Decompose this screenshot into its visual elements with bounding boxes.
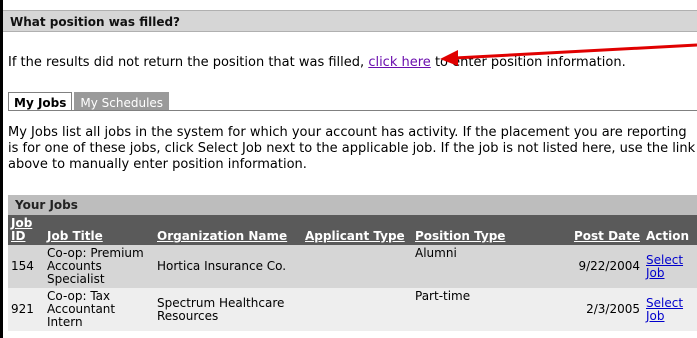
col-position-type[interactable]: Position Type — [412, 215, 559, 245]
jobs-description: My Jobs list all jobs in the system for … — [8, 125, 696, 172]
col-job-id[interactable]: Job ID — [8, 215, 44, 245]
job-title-cell: Co-op: Tax Accountant Intern — [44, 288, 154, 331]
tab-divider — [8, 110, 697, 111]
tab-my-schedules[interactable]: My Schedules — [74, 92, 170, 111]
table-row: 154 Co-op: Premium Accounts Specialist H… — [8, 245, 697, 288]
action-cell: Select Job — [643, 245, 697, 288]
job-id-cell: 921 — [8, 288, 44, 331]
intro-text-after: to enter position information. — [434, 55, 626, 70]
applicant-type-cell — [302, 288, 412, 331]
job-id-cell: 154 — [8, 245, 44, 288]
tab-bar: My Jobs My Schedules — [8, 92, 170, 111]
position-type-cell: Part-time — [412, 288, 559, 331]
select-job-link[interactable]: Select Job — [646, 253, 683, 280]
page-border — [0, 0, 3, 338]
col-organization-name[interactable]: Organization Name — [154, 215, 302, 245]
intro-text-before: If the results did not return the positi… — [8, 55, 365, 70]
organization-cell: Spectrum Healthcare Resources — [154, 288, 302, 331]
intro-text: If the results did not return the positi… — [8, 55, 626, 70]
applicant-type-cell — [302, 245, 412, 288]
select-job-link[interactable]: Select Job — [646, 296, 683, 323]
col-post-date[interactable]: Post Date — [559, 215, 643, 245]
page-title: What position was filled? — [3, 10, 697, 32]
post-date-cell: 2/3/2005 — [559, 288, 643, 331]
organization-cell: Hortica Insurance Co. — [154, 245, 302, 288]
col-action: Action — [643, 215, 697, 245]
table-row: 921 Co-op: Tax Accountant Intern Spectru… — [8, 288, 697, 331]
action-cell: Select Job — [643, 288, 697, 331]
post-date-cell: 9/22/2004 — [559, 245, 643, 288]
col-job-title[interactable]: Job Title — [44, 215, 154, 245]
your-jobs-heading: Your Jobs — [8, 195, 697, 215]
position-type-cell: Alumni — [412, 245, 559, 288]
jobs-table: Job ID Job Title Organization Name Appli… — [8, 215, 697, 331]
job-title-cell: Co-op: Premium Accounts Specialist — [44, 245, 154, 288]
col-applicant-type[interactable]: Applicant Type — [302, 215, 412, 245]
table-header-row: Job ID Job Title Organization Name Appli… — [8, 215, 697, 245]
click-here-link[interactable]: click here — [368, 55, 430, 70]
tab-my-jobs[interactable]: My Jobs — [8, 92, 73, 111]
